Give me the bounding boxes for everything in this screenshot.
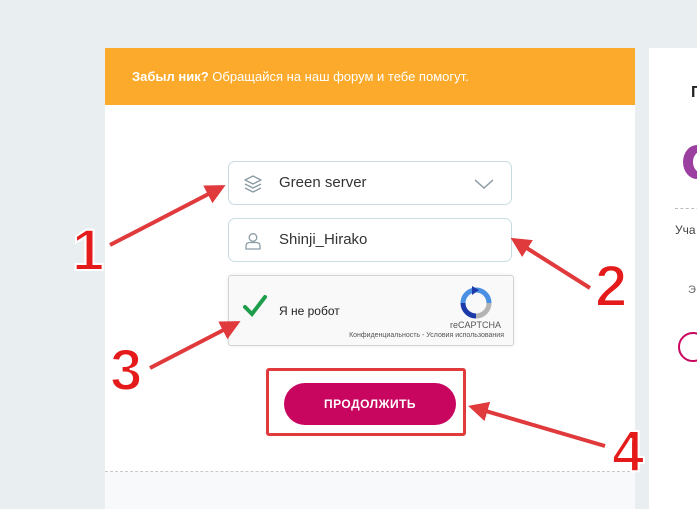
user-icon <box>245 233 261 250</box>
banner-text: Обращайся на наш форум и тебе помогут. <box>208 69 469 84</box>
side-avatar-icon <box>683 145 697 179</box>
continue-button[interactable]: ПРОДОЛЖИТЬ <box>284 383 456 425</box>
forgot-nick-banner: Забыл ник? Обращайся на наш форум и тебе… <box>105 48 635 105</box>
side-toggle[interactable] <box>678 332 697 362</box>
side-label-1: Уча <box>675 223 696 237</box>
chevron-down-icon[interactable] <box>473 177 495 191</box>
nickname-field[interactable]: Shinji_Hirako <box>228 218 512 262</box>
recaptcha-logo-icon <box>460 286 492 319</box>
nickname-value: Shinji_Hirako <box>279 231 368 248</box>
checkmark-icon[interactable] <box>241 292 269 320</box>
recaptcha-links[interactable]: Конфиденциальность - Условия использован… <box>229 332 504 339</box>
side-heading: П <box>691 84 697 101</box>
banner-bold-text: Забыл ник? <box>132 69 209 84</box>
captcha-label: Я не робот <box>279 304 340 318</box>
layers-icon <box>244 175 262 193</box>
server-select[interactable]: Green server <box>228 161 512 205</box>
annotation-number-1: 1 <box>71 218 105 283</box>
recaptcha-brand: reCAPTCHA <box>449 320 501 330</box>
card-footer <box>105 472 635 509</box>
login-card: Забыл ник? Обращайся на наш форум и тебе… <box>105 48 635 509</box>
side-label-2: Э <box>688 284 696 296</box>
recaptcha-widget: Я не робот reCAPTCHA Конфиденциальность … <box>228 275 514 346</box>
side-divider <box>675 208 697 209</box>
side-panel: П Уча Э <box>649 48 697 509</box>
server-select-value: Green server <box>279 174 367 191</box>
